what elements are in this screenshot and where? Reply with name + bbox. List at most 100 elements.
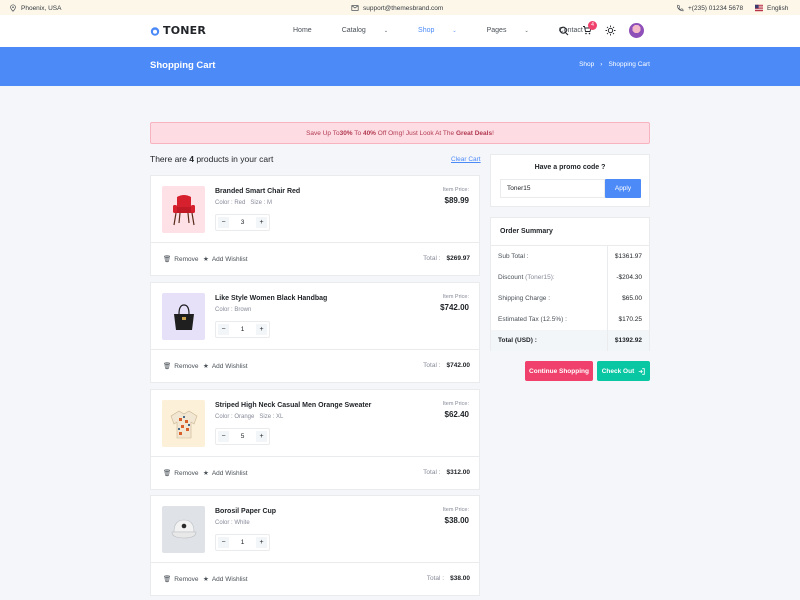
product-name[interactable]: Borosil Paper Cup	[215, 508, 276, 515]
remove-label: Remove	[174, 255, 199, 263]
logo[interactable]: TONER	[150, 24, 206, 37]
logout-arrow-icon	[638, 367, 645, 375]
item-total-value: $742.00	[446, 362, 471, 369]
nav-pages[interactable]: Pages ⌄	[487, 27, 544, 34]
item-price: $38.00	[444, 516, 469, 525]
product-image[interactable]	[162, 400, 205, 447]
product-image[interactable]	[162, 293, 205, 340]
nav-catalog-label: Catalog	[341, 27, 366, 34]
location-text: Phoenix, USA	[21, 4, 62, 12]
summary-row-subtotal: Sub Total : $1361.97	[491, 246, 649, 267]
discount-label-text: Discount	[498, 274, 524, 281]
decrease-button[interactable]: −	[218, 537, 229, 548]
remove-button[interactable]: 🗑 Remove	[163, 362, 199, 371]
promo-code-input[interactable]: Toner15	[500, 179, 605, 198]
nav-catalog[interactable]: Catalog ⌄	[342, 27, 403, 34]
item-total: Total : $38.00	[427, 575, 470, 582]
sweater-icon	[170, 410, 197, 438]
breadcrumb: Shop › Shopping Cart	[579, 61, 650, 68]
phone-text[interactable]: +(235) 01234 5678	[688, 5, 743, 12]
quantity-stepper: − 3 +	[215, 214, 270, 231]
summary-row-discount: Discount (Toner15): -$204.30	[491, 267, 649, 288]
chevron-down-icon: ⌄	[524, 27, 529, 34]
item-price: $742.00	[440, 303, 469, 312]
wishlist-label: Add Wishlist	[211, 469, 248, 477]
product-meta: Color : White	[215, 520, 250, 526]
increase-button[interactable]: +	[256, 431, 267, 442]
decrease-button[interactable]: −	[218, 324, 229, 335]
alert-percent-1: 30%	[339, 129, 353, 137]
star-icon: ★	[203, 256, 209, 263]
product-name[interactable]: Branded Smart Chair Red	[215, 188, 300, 195]
quantity-stepper: − 5 +	[215, 428, 270, 445]
add-wishlist-button[interactable]: ★ Add Wishlist	[203, 575, 248, 584]
item-total-label: Total :	[423, 362, 441, 369]
star-icon: ★	[203, 470, 209, 477]
item-total-label: Total :	[423, 255, 441, 262]
sun-icon[interactable]	[605, 25, 616, 36]
tax-rate: (12.5%) :	[540, 316, 567, 323]
cart-heading-suffix: products in your cart	[193, 154, 274, 164]
wishlist-label: Add Wishlist	[211, 255, 248, 263]
continue-shopping-button[interactable]: Continue Shopping	[525, 361, 593, 381]
remove-button[interactable]: 🗑 Remove	[163, 575, 199, 584]
item-price-label: Item Price:	[442, 507, 469, 513]
product-image[interactable]	[162, 506, 205, 553]
quantity-value[interactable]: 1	[241, 326, 245, 333]
add-wishlist-button[interactable]: ★ Add Wishlist	[203, 469, 248, 478]
star-icon: ★	[203, 363, 209, 370]
remove-button[interactable]: 🗑 Remove	[163, 469, 199, 478]
increase-button[interactable]: +	[256, 217, 267, 228]
cart-item-footer: 🗑 Remove ★ Add Wishlist Total : $38.00	[151, 562, 479, 595]
nav-shop[interactable]: Shop ⌄	[418, 27, 472, 34]
product-image[interactable]	[162, 186, 205, 233]
item-total-value: $269.97	[446, 255, 471, 262]
nav-shop-label: Shop	[418, 27, 435, 34]
phone-info[interactable]: +(235) 01234 5678	[676, 4, 743, 12]
add-wishlist-button[interactable]: ★ Add Wishlist	[203, 362, 248, 371]
cart-item: Borosil Paper Cup Color : White − 1 + It…	[150, 495, 480, 596]
quantity-value[interactable]: 1	[241, 539, 245, 546]
quantity-stepper: − 1 +	[215, 321, 270, 338]
remove-label: Remove	[174, 362, 199, 370]
language-selector[interactable]: English	[755, 4, 788, 12]
trash-icon: 🗑	[163, 256, 172, 263]
email-info[interactable]: support@themesbrand.com	[351, 4, 443, 12]
apply-button[interactable]: Apply	[605, 179, 641, 198]
search-icon[interactable]	[559, 26, 569, 36]
page-banner: Shopping Cart Shop › Shopping Cart	[0, 47, 800, 86]
quantity-value[interactable]: 3	[241, 219, 245, 226]
remove-button[interactable]: 🗑 Remove	[163, 255, 199, 264]
decrease-button[interactable]: −	[218, 217, 229, 228]
cart-button[interactable]: 4	[582, 20, 597, 37]
discount-code: (Toner15):	[525, 274, 555, 281]
divider	[607, 309, 608, 330]
breadcrumb-current: Shopping Cart	[608, 61, 650, 68]
cart-heading-prefix: There are	[150, 154, 190, 164]
remove-label: Remove	[174, 469, 199, 477]
subtotal-value: $1361.97	[614, 253, 642, 260]
divider	[607, 246, 608, 267]
product-name[interactable]: Like Style Women Black Handbag	[215, 295, 327, 302]
us-flag-icon	[755, 4, 763, 12]
increase-button[interactable]: +	[256, 537, 267, 548]
product-name[interactable]: Striped High Neck Casual Men Orange Swea…	[215, 402, 371, 409]
product-meta: Color : Red Size : M	[215, 200, 273, 206]
email-text[interactable]: support@themesbrand.com	[363, 5, 443, 12]
remove-label: Remove	[174, 575, 199, 583]
nav-home[interactable]: Home	[293, 27, 327, 34]
order-summary-title: Order Summary	[500, 228, 553, 235]
language-text[interactable]: English	[767, 5, 788, 12]
item-price: $89.99	[444, 196, 469, 205]
cart-item-footer: 🗑 Remove ★ Add Wishlist Total : $742.00	[151, 349, 479, 382]
increase-button[interactable]: +	[256, 324, 267, 335]
avatar[interactable]	[629, 23, 644, 38]
clear-cart-link[interactable]: Clear Cart	[451, 156, 481, 163]
quantity-value[interactable]: 5	[241, 433, 245, 440]
decrease-button[interactable]: −	[218, 431, 229, 442]
checkout-button[interactable]: Check Out	[597, 361, 650, 381]
add-wishlist-button[interactable]: ★ Add Wishlist	[203, 255, 248, 264]
divider	[607, 330, 608, 351]
breadcrumb-shop[interactable]: Shop	[579, 61, 594, 68]
alert-text-3: Off Omg! Just Look At The	[375, 129, 456, 137]
